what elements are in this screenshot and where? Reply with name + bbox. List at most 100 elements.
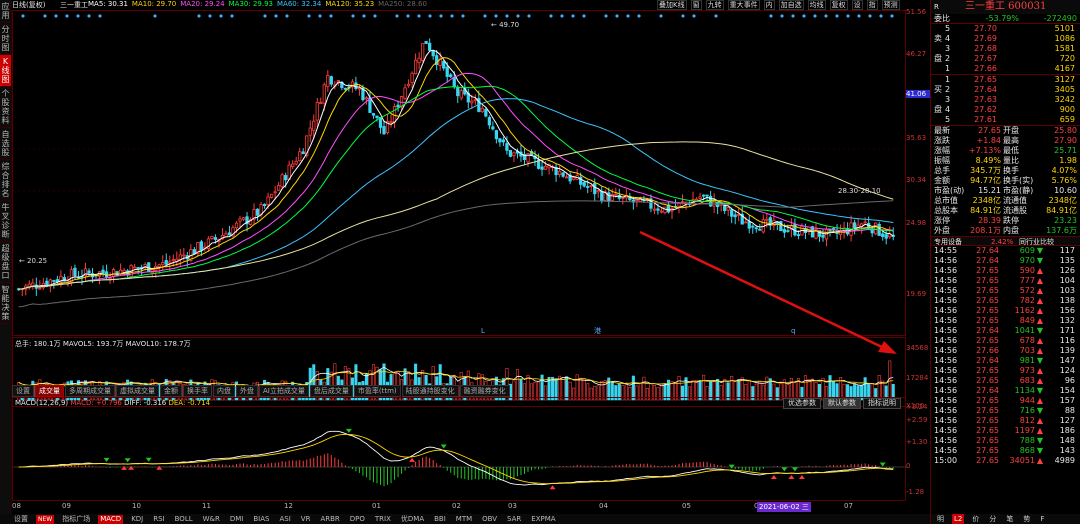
bottom-tab[interactable]: SAR <box>505 515 523 524</box>
stat-row: 振幅 8.49% 量比 1.98 <box>934 156 1077 165</box>
toolbar-button[interactable]: 重大事件 <box>727 0 760 10</box>
bottom-tab[interactable]: ARBR <box>318 515 341 524</box>
toolbar-button[interactable]: 加自选 <box>778 0 804 10</box>
candle-body <box>101 269 105 274</box>
bottom-tab[interactable]: BBI <box>432 515 448 524</box>
indicator-tab[interactable]: 融资融券变化 <box>459 385 510 397</box>
macd-option-button[interactable]: 优选参数 <box>783 398 821 409</box>
bottom-tab[interactable]: TRIX <box>373 515 393 524</box>
bottom-tab[interactable]: MACD <box>98 514 124 524</box>
toolbar-button[interactable]: 均线 <box>807 0 826 10</box>
indicator-tab[interactable]: 多周期成交量 <box>65 385 115 397</box>
left-tab[interactable]: 牛叉诊断 <box>0 201 11 242</box>
bottom-tab[interactable]: W&R <box>201 515 222 524</box>
signal-diamond-icon <box>637 14 641 18</box>
candle-body <box>473 99 477 102</box>
quote-bottom-tab[interactable]: F <box>1038 514 1046 524</box>
bottom-tab[interactable]: EXPMA <box>529 515 557 524</box>
toolbar-button[interactable]: 九转 <box>705 0 724 10</box>
event-marker: 港 <box>594 326 601 335</box>
ma-line <box>18 72 894 290</box>
left-tab[interactable]: 自选股 <box>0 128 11 160</box>
candle-body <box>663 206 667 214</box>
bottom-tab[interactable]: DMI <box>228 515 246 524</box>
bottom-tab[interactable]: 优DMA <box>399 515 426 524</box>
indicator-tab[interactable]: AI立拍成交量 <box>259 385 309 397</box>
left-tab[interactable]: 分时图 <box>0 23 11 55</box>
time-axis-label: 03 <box>508 502 517 510</box>
candle-body <box>319 102 323 104</box>
ask-row: 1 27.66 4167 <box>945 64 1075 73</box>
signal-diamond-icon <box>395 14 399 18</box>
quote-bottom-tab[interactable]: 价 <box>970 514 981 524</box>
bottom-tab[interactable]: 指标广场 <box>60 515 92 524</box>
indicator-tab[interactable]: 设置 <box>12 385 34 397</box>
quote-bottom-tab[interactable]: 分 <box>987 514 998 524</box>
quote-bottom-tab[interactable]: 明 <box>935 514 946 524</box>
candle-body <box>884 234 888 239</box>
bottom-tab[interactable]: BIAS <box>251 515 271 524</box>
bottom-tab[interactable]: BOLL <box>173 515 195 524</box>
macd-option-button[interactable]: 默认参数 <box>823 398 861 409</box>
bottom-tab[interactable]: ASI <box>277 515 292 524</box>
event-marker: q <box>791 327 795 335</box>
candle-body <box>238 218 242 222</box>
indicator-tab[interactable]: 内盘 <box>213 385 235 397</box>
indicator-tab[interactable]: 陆股通持股变化 <box>401 385 459 397</box>
left-tab[interactable]: 超级盘口 <box>0 242 11 283</box>
toolbar-button[interactable]: 窗 <box>690 0 702 10</box>
toolbar-button[interactable]: 设 <box>851 0 863 10</box>
indicator-tab[interactable]: 成交量 <box>35 385 64 397</box>
tick-row: 14:56 27.65 973 ▲ 124 <box>934 366 1075 375</box>
quote-bottom-tab[interactable]: L2 <box>952 514 965 524</box>
toolbar-button[interactable]: 指 <box>866 0 878 10</box>
bottom-tab[interactable]: MTM <box>454 515 474 524</box>
candle-body <box>291 163 295 167</box>
indicator-tab[interactable]: 市盈率(ttm) <box>353 385 401 397</box>
indicator-tab[interactable]: 金额 <box>160 385 182 397</box>
webi-label: 委比 <box>934 14 950 23</box>
signal-diamond-icon <box>208 14 212 18</box>
bottom-tab[interactable]: KDJ <box>129 515 145 524</box>
dea-value: DEA: -0.714 <box>168 399 211 407</box>
bottom-tab[interactable]: 设置 <box>12 515 30 524</box>
candle-body <box>705 194 709 197</box>
candle-body <box>614 193 618 196</box>
bottom-tab[interactable]: RSI <box>151 515 166 524</box>
toolbar-button[interactable]: 叠加K线 <box>657 0 687 10</box>
candle-body <box>701 194 706 197</box>
candle-body <box>480 107 484 113</box>
bottom-tab[interactable]: NEW <box>36 514 55 524</box>
indicator-tab[interactable]: 虚拟成交量 <box>116 385 159 397</box>
r-icon[interactable]: R <box>931 0 945 14</box>
indicator-tab[interactable]: 盘后成交量 <box>309 385 353 397</box>
candle-body <box>354 82 358 89</box>
bottom-tab[interactable]: OBV <box>480 515 499 524</box>
quote-bottom-tab[interactable]: 势 <box>1021 514 1032 524</box>
toolbar-button[interactable]: 预测 <box>881 0 900 10</box>
quote-header: R 三一重工 600031 <box>931 0 1080 14</box>
candle-body <box>754 227 758 230</box>
golden-cross-arrow-icon <box>156 465 163 470</box>
toolbar-button[interactable]: 内 <box>763 0 775 10</box>
left-tab[interactable]: 智能决策 <box>0 283 11 324</box>
indicator-tab[interactable]: 换手率 <box>183 385 212 397</box>
candle-body <box>796 234 801 236</box>
bottom-tab[interactable]: DPO <box>348 515 367 524</box>
chart-period[interactable]: 日线(复权) <box>12 0 45 10</box>
bottom-tab[interactable]: VR <box>299 515 313 524</box>
left-tab[interactable]: K线图 <box>0 55 11 87</box>
macd-svg <box>13 428 907 490</box>
macd-option-button[interactable]: 指标说明 <box>863 398 901 409</box>
signal-diamond-icon <box>604 14 608 18</box>
left-tab[interactable]: 应用 <box>0 0 11 23</box>
quote-bottom-tab[interactable]: 笔 <box>1004 514 1015 524</box>
left-tab[interactable]: 综合排名 <box>0 160 11 201</box>
stat-row: 金额 94.77亿 换手(实) 5.76% <box>934 176 1077 185</box>
macd-chart[interactable]: MACD(12,26,9) MACD: +0.796 DIFF: -0.316 … <box>12 397 907 501</box>
kline-chart[interactable]: ← 49.70 ← 20.25 28.30-28.10 L 港 q <box>12 10 907 336</box>
indicator-tab[interactable]: 外盘 <box>236 385 258 397</box>
bid-row: 5 27.61 659 <box>945 115 1075 124</box>
toolbar-button[interactable]: 复权 <box>829 0 848 10</box>
left-tab[interactable]: 个股资料 <box>0 87 11 128</box>
